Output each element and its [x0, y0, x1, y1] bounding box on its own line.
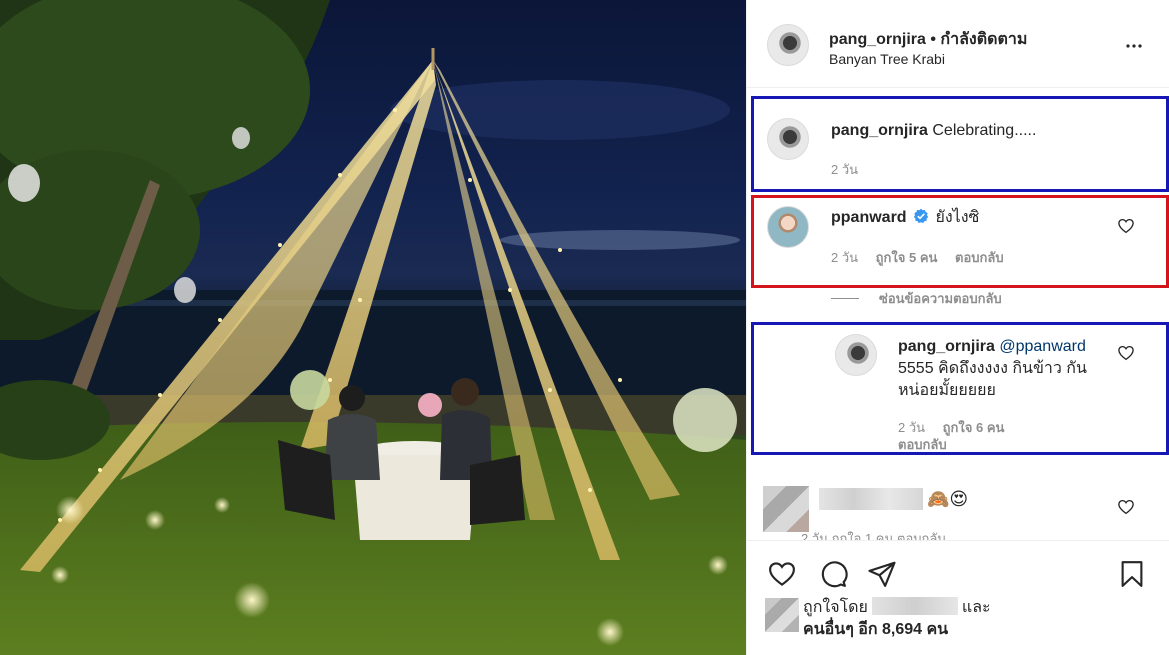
- reply-reply-button[interactable]: ตอบกลับ: [898, 437, 947, 452]
- comment-time[interactable]: 2 วัน: [831, 250, 858, 265]
- reply-username[interactable]: pang_ornjira: [898, 338, 995, 355]
- caption-time[interactable]: 2 วัน: [831, 162, 858, 177]
- comment-text: ยังไงซิ: [935, 209, 980, 226]
- liked-by-and: และ: [961, 599, 991, 616]
- blurred-comment-heart-icon[interactable]: [1117, 498, 1135, 516]
- caption-body: pang_ornjira Celebrating.....: [831, 120, 1036, 142]
- comment-avatar[interactable]: [767, 206, 809, 248]
- comment-emoji: 🙈😍: [927, 489, 969, 509]
- comment-heart-icon[interactable]: [1117, 217, 1135, 235]
- caption-text: Celebrating.....: [932, 122, 1037, 139]
- blurred-avatar[interactable]: [763, 486, 809, 532]
- caption: pang_ornjira Celebrating..... 2 วัน: [747, 96, 1169, 192]
- liked-by-text: ถูกใจโดย และ คนอื่นๆ อีก 8,694 คน: [803, 597, 991, 641]
- post-actions: ถูกใจโดย และ คนอื่นๆ อีก 8,694 คน: [747, 540, 1169, 655]
- heart-icon[interactable]: [767, 559, 797, 589]
- share-icon[interactable]: [867, 559, 897, 589]
- reply-mention[interactable]: @ppanward: [999, 338, 1086, 355]
- reply-text-line2: หน่อยมั้ยยยยย: [898, 382, 996, 399]
- caption-avatar[interactable]: [767, 118, 809, 160]
- liked-by-prefix: ถูกใจโดย: [803, 599, 868, 616]
- author-avatar[interactable]: [767, 24, 809, 66]
- bookmark-icon[interactable]: [1117, 559, 1147, 589]
- post-header: pang_ornjira • กำลังติดตาม Banyan Tree K…: [747, 0, 1169, 88]
- post-photo[interactable]: [0, 0, 746, 655]
- photo-illustration: [0, 0, 746, 655]
- verified-badge-icon: [913, 208, 929, 223]
- follow-status[interactable]: กำลังติดตาม: [940, 31, 1027, 48]
- reply-body: pang_ornjira @ppanward 5555 คิดถึงงงงง ก…: [898, 336, 1108, 402]
- caption-username[interactable]: pang_ornjira: [831, 122, 928, 139]
- comment-icon[interactable]: [818, 559, 848, 589]
- comment-likes[interactable]: ถูกใจ 5 คน: [876, 250, 938, 265]
- post-location[interactable]: Banyan Tree Krabi: [829, 51, 945, 67]
- author-username[interactable]: pang_ornjira: [829, 31, 926, 48]
- liked-by-blurred-name[interactable]: [871, 597, 958, 615]
- blurred-username: [819, 488, 923, 510]
- comment-username[interactable]: ppanward: [831, 209, 907, 226]
- more-icon[interactable]: [1122, 34, 1146, 58]
- hide-replies-label: ซ่อนข้อความตอบกลับ: [879, 291, 1002, 306]
- reply-likes[interactable]: ถูกใจ 6 คน: [943, 420, 1005, 435]
- reply-meta: 2 วัน ถูกใจ 6 คน ตอบกลับ: [898, 419, 1048, 453]
- reply-text-line1: 5555 คิดถึงงงงง กินข้าว กัน: [898, 360, 1087, 377]
- replies-line: [831, 298, 859, 299]
- hide-replies-button[interactable]: ซ่อนข้อความตอบกลับ: [831, 288, 1002, 309]
- author-line: pang_ornjira • กำลังติดตาม: [829, 27, 1027, 52]
- post-side-panel: pang_ornjira • กำลังติดตาม Banyan Tree K…: [746, 0, 1169, 655]
- comment-item: ppanward ยังไงซิ 2 วัน ถูกใจ 5 คน ตอบกลั…: [747, 195, 1169, 288]
- comment-body: ppanward ยังไงซิ: [831, 207, 979, 229]
- comment-meta: 2 วัน ถูกใจ 5 คน ตอบกลับ: [831, 247, 1018, 268]
- liked-by-others[interactable]: คนอื่นๆ อีก 8,694 คน: [803, 621, 948, 638]
- reply-heart-icon[interactable]: [1117, 344, 1135, 362]
- reply-item: pang_ornjira @ppanward 5555 คิดถึงงงงง ก…: [747, 322, 1169, 455]
- reply-avatar[interactable]: [835, 334, 877, 376]
- separator-dot: •: [930, 31, 936, 48]
- liked-by-avatar[interactable]: [765, 598, 799, 632]
- caption-meta: 2 วัน: [831, 159, 872, 180]
- comment-reply-button[interactable]: ตอบกลับ: [955, 250, 1004, 265]
- reply-time[interactable]: 2 วัน: [898, 420, 925, 435]
